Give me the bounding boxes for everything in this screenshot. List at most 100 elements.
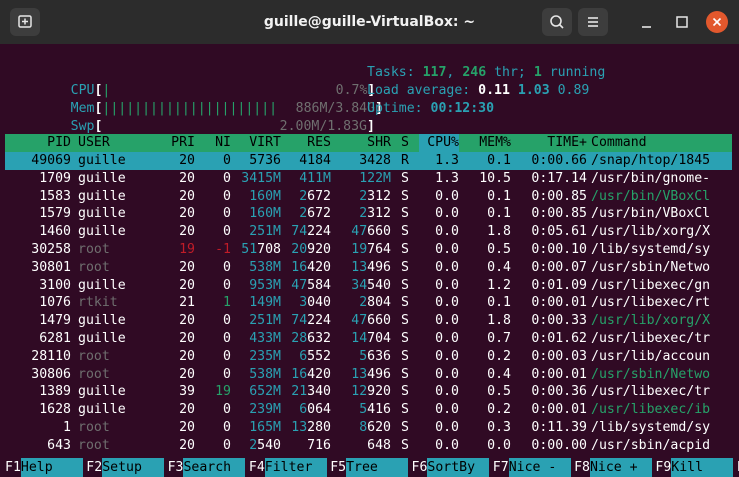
table-row[interactable]: 6281 guille 20 0 433M 28632 14704 S 0.0 0.7 0:01.6… bbox=[5, 330, 732, 348]
table-row[interactable]: 1389 guille 39 19 652M 21340 12920 S 0.0 0.5 0:00.… bbox=[5, 383, 732, 401]
cell-user: guille bbox=[78, 277, 126, 293]
cell-mem: 0.1 bbox=[487, 295, 511, 311]
cell-pid: 1389 bbox=[39, 384, 71, 400]
fkey-f1[interactable]: F1Help bbox=[5, 458, 83, 477]
fkey-f2[interactable]: F2Setup bbox=[86, 458, 165, 477]
cell-virt: 3415M bbox=[241, 170, 281, 186]
cell-pri: 20 bbox=[179, 277, 195, 293]
table-row[interactable]: 1479 guille 20 0 251M 74224 47660 S 0.0 1.8 0:00.3… bbox=[5, 312, 732, 330]
table-row[interactable]: 28110 root 20 0 235M 6552 5636 S 0.0 0.2 0:00.03/u… bbox=[5, 348, 732, 366]
cell-time: 0:00.66 bbox=[531, 153, 587, 168]
cell-virt: 2540 bbox=[249, 437, 281, 453]
cell-pri: 20 bbox=[179, 170, 195, 186]
column-command[interactable]: Command bbox=[591, 134, 721, 152]
column-shr[interactable]: SHR bbox=[335, 134, 391, 152]
fkey-number: F1 bbox=[5, 460, 21, 475]
minimize-icon bbox=[642, 26, 651, 28]
table-row[interactable]: 1579 guille 20 0 160M 2672 2312 S 0.0 0.1 0:00.85/… bbox=[5, 205, 732, 223]
column-time[interactable]: TIME+ bbox=[517, 134, 587, 152]
cell-ni: 0 bbox=[223, 420, 231, 435]
cell-s: S bbox=[401, 259, 409, 275]
column-ni[interactable]: NI bbox=[200, 134, 231, 152]
menu-button[interactable] bbox=[578, 8, 608, 36]
threads-count: 246 bbox=[462, 65, 487, 80]
table-row[interactable]: 1628 guille 20 0 239M 6064 5416 S 0.0 0.2 0:00.01/… bbox=[5, 401, 732, 419]
table-row[interactable]: 30258 root 19 -1 51708 20920 19764 S 0.0 0.5 0:00.… bbox=[5, 241, 732, 259]
column-state[interactable]: S bbox=[401, 134, 413, 152]
maximize-button[interactable] bbox=[668, 8, 698, 36]
cell-cpu: 1.3 bbox=[435, 170, 459, 186]
fkey-f7[interactable]: F7Nice - bbox=[493, 458, 571, 477]
cell-shr: 8620 bbox=[359, 420, 391, 435]
cell-res: 2672 bbox=[299, 206, 331, 222]
cell-pid: 49069 bbox=[31, 153, 71, 168]
column-cpu-sorted[interactable]: CPU% bbox=[419, 134, 459, 152]
cell-time: 0:00.10 bbox=[531, 242, 587, 257]
cell-cpu: 0.0 bbox=[435, 348, 459, 364]
cell-cmd: /usr/lib/xorg/X bbox=[591, 224, 711, 240]
cell-ni: -1 bbox=[215, 242, 231, 257]
fkey-f3[interactable]: F3Search bbox=[168, 458, 246, 477]
terminal-area[interactable]: CPU[| 0.7%] Mem[|||||||||||||||||||||| 8… bbox=[5, 44, 739, 477]
column-user[interactable]: USER bbox=[78, 134, 148, 152]
column-mem[interactable]: MEM% bbox=[463, 134, 511, 152]
search-icon bbox=[550, 15, 564, 29]
table-row[interactable]: 1709 guille 20 0 3415M 411M 122M S 1.3 10.5 0:17.1… bbox=[5, 170, 732, 188]
fkey-f6[interactable]: F6SortBy bbox=[412, 458, 490, 477]
maximize-icon bbox=[676, 16, 688, 28]
column-pri[interactable]: PRI bbox=[160, 134, 195, 152]
table-row[interactable]: 1460 guille 20 0 251M 74224 47660 S 0.0 1.8 0:05.6… bbox=[5, 223, 732, 241]
cell-cpu: 0.0 bbox=[435, 188, 459, 204]
cell-s: S bbox=[401, 331, 409, 346]
cell-ni: 0 bbox=[223, 348, 231, 364]
cell-pri: 20 bbox=[179, 420, 195, 435]
minimize-button[interactable] bbox=[632, 8, 662, 36]
cell-s: S bbox=[401, 366, 409, 382]
cell-virt: 5736 bbox=[249, 153, 281, 168]
cell-cmd: /usr/bin/VBoxCl bbox=[591, 188, 711, 204]
table-row[interactable]: 643 root 20 0 2540 716 648 S 0.0 0.0 0:00.00/usr/s… bbox=[5, 437, 732, 455]
table-row-selected[interactable]: 49069 guille 20 0 5736 4184 3428 R 1.3 0.1 0:00.66… bbox=[5, 152, 732, 170]
table-row[interactable]: 1583 guille 20 0 160M 2672 2312 S 0.0 0.1 0:00.85/… bbox=[5, 188, 732, 206]
fkey-f9[interactable]: F9Kill bbox=[655, 458, 734, 477]
cell-ni: 0 bbox=[223, 188, 231, 204]
cell-time: 0:00.01 bbox=[531, 295, 587, 311]
table-row[interactable]: 30801 root 20 0 538M 16420 13496 S 0.0 0.4 0:00.07… bbox=[5, 259, 732, 277]
cell-res: 2672 bbox=[299, 188, 331, 204]
table-row[interactable]: 30806 root 20 0 538M 16420 13496 S 0.0 0.4 0:00.01… bbox=[5, 366, 732, 384]
fkey-f8[interactable]: F8Nice + bbox=[574, 458, 652, 477]
column-pid[interactable]: PID bbox=[5, 134, 71, 152]
cell-mem: 1.2 bbox=[487, 277, 511, 293]
cell-pid: 1628 bbox=[39, 402, 71, 418]
hamburger-icon bbox=[588, 17, 598, 27]
cell-cmd: /usr/sbin/Netwo bbox=[591, 366, 711, 382]
tasks-count: 117 bbox=[422, 65, 447, 80]
cell-mem: 0.3 bbox=[487, 420, 511, 435]
cell-virt: 652M bbox=[249, 384, 281, 400]
cell-res: 20920 bbox=[291, 242, 331, 257]
process-table-header[interactable]: PID USER PRI NI VIRT RES SHR S CPU% MEM%… bbox=[5, 134, 732, 152]
cell-pri: 20 bbox=[179, 313, 195, 329]
cell-cpu: 1.3 bbox=[435, 153, 459, 168]
table-row[interactable]: 1 root 20 0 165M 13280 8620 S 0.0 0.3 0:11.39/lib/… bbox=[5, 419, 732, 437]
table-row[interactable]: 1076 rtkit 21 1 149M 3040 2804 S 0.0 0.1 0:00.01/u… bbox=[5, 294, 732, 312]
fkey-f4[interactable]: F4Filter bbox=[249, 458, 327, 477]
cell-user: guille bbox=[78, 313, 126, 329]
cell-mem: 0.1 bbox=[487, 153, 511, 168]
table-row[interactable]: 3100 guille 20 0 953M 47584 34540 S 0.0 1.2 0:01.0… bbox=[5, 277, 732, 295]
cell-res: 411M bbox=[299, 170, 331, 186]
search-button[interactable] bbox=[542, 8, 572, 36]
cell-ni: 0 bbox=[223, 170, 231, 186]
close-icon bbox=[712, 17, 722, 27]
cell-cpu: 0.0 bbox=[435, 295, 459, 311]
cell-ni: 0 bbox=[223, 206, 231, 222]
column-virt[interactable]: VIRT bbox=[233, 134, 281, 152]
cell-user: guille bbox=[78, 402, 126, 418]
fkey-label: Help bbox=[20, 458, 83, 477]
fkey-number: F5 bbox=[330, 460, 347, 475]
cell-cmd: /usr/lib/xorg/X bbox=[591, 313, 711, 329]
column-res[interactable]: RES bbox=[283, 134, 331, 152]
fkey-f5[interactable]: F5Tree bbox=[330, 458, 409, 477]
cell-cmd: /usr/lib/accoun bbox=[591, 348, 711, 364]
close-button[interactable] bbox=[706, 11, 728, 33]
